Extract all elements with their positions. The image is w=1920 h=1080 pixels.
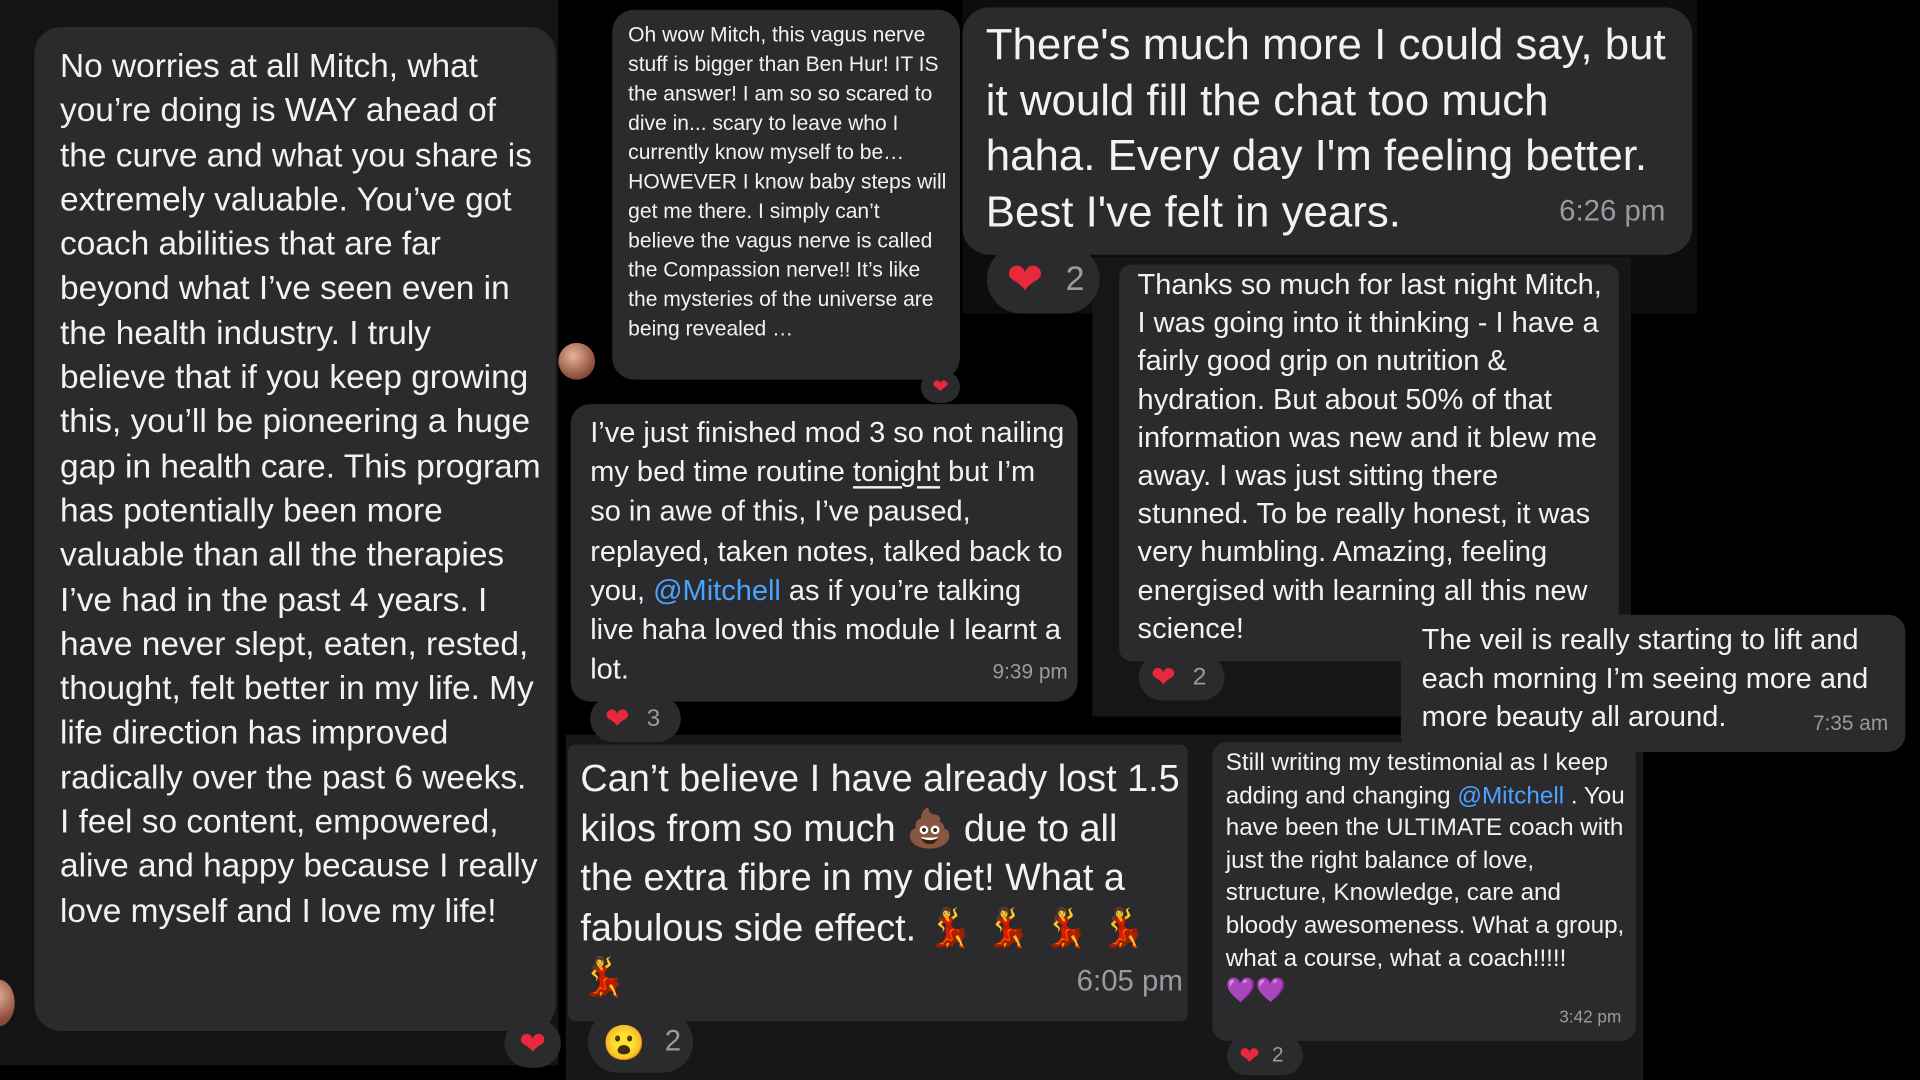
mention-link[interactable]: @Mitchell <box>653 575 781 607</box>
reaction-pill-8[interactable]: ❤ 2 <box>1226 1035 1303 1076</box>
dancer-emoji: 💃 <box>926 905 974 949</box>
message-timestamp: 6:05 pm <box>1076 964 1183 998</box>
heart-icon: ❤ <box>1239 1042 1260 1070</box>
reaction-pill-5[interactable]: ❤ 2 <box>1138 653 1225 701</box>
reaction-count: 2 <box>1192 663 1207 691</box>
reaction-pill-3[interactable]: ❤ 2 <box>986 244 1100 314</box>
message-bubble-3: There's much more I could say, but it wo… <box>962 7 1693 255</box>
reaction-pill-1[interactable]: ❤ <box>504 1018 561 1068</box>
reaction-pill-4[interactable]: ❤ 3 <box>590 695 681 743</box>
heart-icon: ❤ <box>1151 660 1176 694</box>
reaction-pill-2[interactable]: ❤ <box>920 371 961 403</box>
message-text: Oh wow Mitch, this vagus nerve stuff is … <box>628 22 947 341</box>
message-bubble-6: The veil is really starting to lift and … <box>1400 614 1906 752</box>
message-text: No worries at all Mitch, what you’re doi… <box>60 46 541 929</box>
message-text: Thanks so much for last night Mitch, I w… <box>1137 269 1602 646</box>
reaction-count: 2 <box>1065 259 1085 298</box>
message-timestamp: 3:42 pm <box>1559 1007 1622 1027</box>
message-timestamp: 6:26 pm <box>1559 195 1666 229</box>
surprised-face-emoji: 😮 <box>602 1023 646 1062</box>
message-bubble-2: Oh wow Mitch, this vagus nerve stuff is … <box>612 9 961 380</box>
reaction-pill-7[interactable]: 😮 2 <box>587 1011 694 1073</box>
heart-icon: ❤ <box>604 702 630 736</box>
dancer-emoji: 💃 <box>984 905 1032 949</box>
dancer-emoji: 💃 <box>1099 905 1147 949</box>
reaction-count: 2 <box>1271 1043 1284 1067</box>
heart-icon: ❤ <box>1006 253 1044 304</box>
message-bubble-7: Can’t believe I have already lost 1.5 ki… <box>568 744 1188 1022</box>
message-text: I’ve just finished mod 3 so not nailing … <box>590 417 1065 686</box>
message-bubble-8: Still writing my testimonial as I keep a… <box>1212 742 1636 1041</box>
message-bubble-5: Thanks so much for last night Mitch, I w… <box>1119 264 1619 662</box>
reaction-count: 2 <box>664 1024 682 1058</box>
purple-heart-emoji: 💜💜 <box>1225 977 1287 1005</box>
avatar <box>558 342 596 380</box>
message-text: Still writing my testimonial as I keep a… <box>1226 747 1626 1008</box>
dancer-emoji: 💃 <box>580 955 628 998</box>
heart-icon: ❤ <box>932 377 949 398</box>
underlined-word: tonight <box>852 456 941 489</box>
message-bubble-1: No worries at all Mitch, what you’re doi… <box>34 26 556 1032</box>
mention-link[interactable]: @Mitchell <box>1457 782 1564 809</box>
message-timestamp: 7:35 am <box>1812 710 1889 735</box>
dancer-emoji: 💃 <box>1041 905 1090 949</box>
reaction-count: 3 <box>646 704 661 732</box>
pile-of-poo-emoji: 💩 <box>906 806 954 850</box>
message-bubble-4: I’ve just finished mod 3 so not nailing … <box>570 404 1078 702</box>
message-timestamp: 9:39 pm <box>992 659 1068 684</box>
heart-icon: ❤ <box>519 1024 546 1062</box>
testimonial-collage: No worries at all Mitch, what you’re doi… <box>0 0 1920 1080</box>
